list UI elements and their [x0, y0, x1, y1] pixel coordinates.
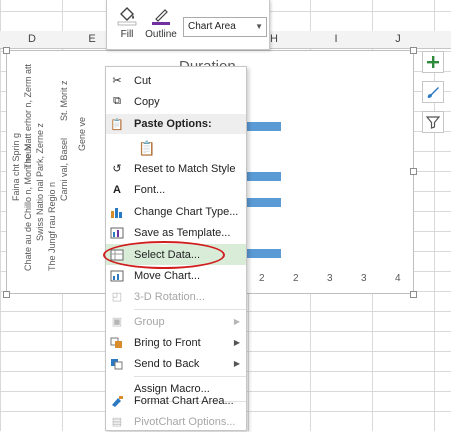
outline-label: Outline [145, 29, 177, 40]
y-axis-label: Swiss Natio nal Park, Zerne z [35, 122, 45, 241]
fill-label: Fill [120, 29, 134, 40]
menu-item-label: 3-D Rotation... [134, 290, 205, 303]
menu-item-pivotchart-options[interactable]: ▤ PivotChart Options... [106, 411, 246, 432]
filter-icon [425, 116, 441, 129]
send-back-icon [106, 353, 128, 374]
bring-front-icon [106, 332, 128, 353]
menu-item-reset-style[interactable]: ↺ Reset to Match Style [106, 158, 246, 179]
menu-item-format-chart-area-row[interactable]: Format Chart Area... [106, 390, 246, 411]
menu-item-group[interactable]: ▣ Group ▶ [106, 311, 246, 332]
menu-item-save-template[interactable]: Save as Template... [106, 222, 246, 243]
submenu-arrow-icon: ▶ [233, 359, 240, 368]
paste-option-button[interactable]: 📋 [136, 137, 158, 159]
submenu-arrow-icon: ▶ [233, 317, 240, 326]
x-tick-label: 2 [259, 273, 265, 284]
outline-button[interactable]: Outline [143, 4, 179, 40]
column-header-d[interactable]: D [22, 33, 42, 45]
reset-style-icon: ↺ [112, 163, 122, 175]
menu-item-cut[interactable]: ✂ Cut [106, 70, 246, 91]
column-header-i[interactable]: I [326, 33, 346, 45]
menu-item-copy[interactable]: ⧉ Copy [106, 91, 246, 112]
menu-item-send-back[interactable]: Send to Back ▶ [106, 353, 246, 374]
paintbrush-icon [427, 87, 439, 98]
menu-item-label: Reset to Match Style [134, 162, 236, 175]
menu-item-label: Format Chart Area... [134, 394, 234, 407]
menu-item-label: Send to Back [134, 357, 200, 370]
menu-item-3d-rotation[interactable]: ◰ 3-D Rotation... [106, 286, 246, 307]
resize-handle[interactable] [410, 291, 417, 298]
y-axis-label: Faina cht Sprin g [11, 132, 21, 201]
template-icon [106, 222, 128, 243]
resize-handle[interactable] [410, 168, 417, 175]
submenu-arrow-icon: ▶ [233, 338, 240, 347]
font-icon: A [113, 183, 121, 196]
menu-item-label: Bring to Front [134, 336, 201, 349]
move-chart-icon [106, 265, 128, 286]
resize-handle[interactable] [3, 47, 10, 54]
menu-item-label: PivotChart Options... [134, 415, 236, 428]
menu-item-label: Change Chart Type... [134, 205, 239, 218]
menu-separator [134, 309, 246, 310]
menu-item-label: Save as Template... [134, 226, 231, 239]
paste-icon: 📋 [110, 118, 124, 131]
chart-styles-button[interactable] [422, 81, 444, 103]
column-header-e[interactable]: E [82, 33, 102, 45]
menu-separator [134, 376, 246, 377]
paint-bucket-icon [117, 7, 137, 26]
y-axis-label: Carni val, Basel [59, 137, 69, 201]
highlight-circle [103, 241, 225, 269]
x-tick-label: 4 [395, 273, 401, 284]
chart-element-value: Chart Area [188, 21, 236, 32]
group-icon: ▣ [111, 316, 123, 328]
y-axis-label: Chate au de Chillo n, Mont reux [23, 144, 33, 271]
chart-elements-button[interactable] [422, 51, 444, 73]
menu-item-label: Move Chart... [134, 269, 201, 282]
x-tick-label: 3 [361, 273, 367, 284]
menu-item-change-chart-type[interactable]: Change Chart Type... [106, 201, 246, 222]
paste-options-header: 📋 Paste Options: [106, 114, 246, 134]
resize-handle[interactable] [3, 291, 10, 298]
chart-filters-button[interactable] [422, 111, 444, 133]
chart-element-dropdown[interactable]: Chart Area ▼ [183, 17, 267, 37]
x-tick-label: 2 [293, 273, 299, 284]
menu-item-label: Copy [134, 95, 160, 108]
menu-item-label: Group [134, 315, 165, 328]
menu-item-font[interactable]: A Font... [106, 179, 246, 200]
y-axis-label: St. Morit z [59, 80, 69, 121]
format-icon [106, 390, 128, 411]
plus-icon [427, 56, 439, 68]
menu-item-bring-front[interactable]: Bring to Front ▶ [106, 332, 246, 353]
y-axis-label: The Jungf rau Regio n [47, 181, 57, 271]
rotation-icon: ◰ [111, 291, 123, 303]
menu-item-label: Font... [134, 183, 166, 196]
chevron-down-icon: ▼ [255, 22, 263, 31]
menu-item-label: Paste Options: [134, 118, 212, 130]
fill-button[interactable]: Fill [113, 4, 141, 40]
copy-icon: ⧉ [113, 95, 121, 107]
x-tick-label: 3 [327, 273, 333, 284]
resize-handle[interactable] [410, 47, 417, 54]
y-axis-label: Gene ve [77, 116, 87, 151]
column-header-j[interactable]: J [388, 33, 408, 45]
pivot-icon: ▤ [111, 416, 123, 428]
chart-type-icon [106, 201, 128, 222]
format-mini-toolbar: Fill Outline Chart Area ▼ [106, 0, 270, 50]
menu-item-label: Cut [134, 74, 152, 87]
scissors-icon: ✂ [112, 75, 122, 87]
pen-outline-icon [152, 9, 170, 25]
